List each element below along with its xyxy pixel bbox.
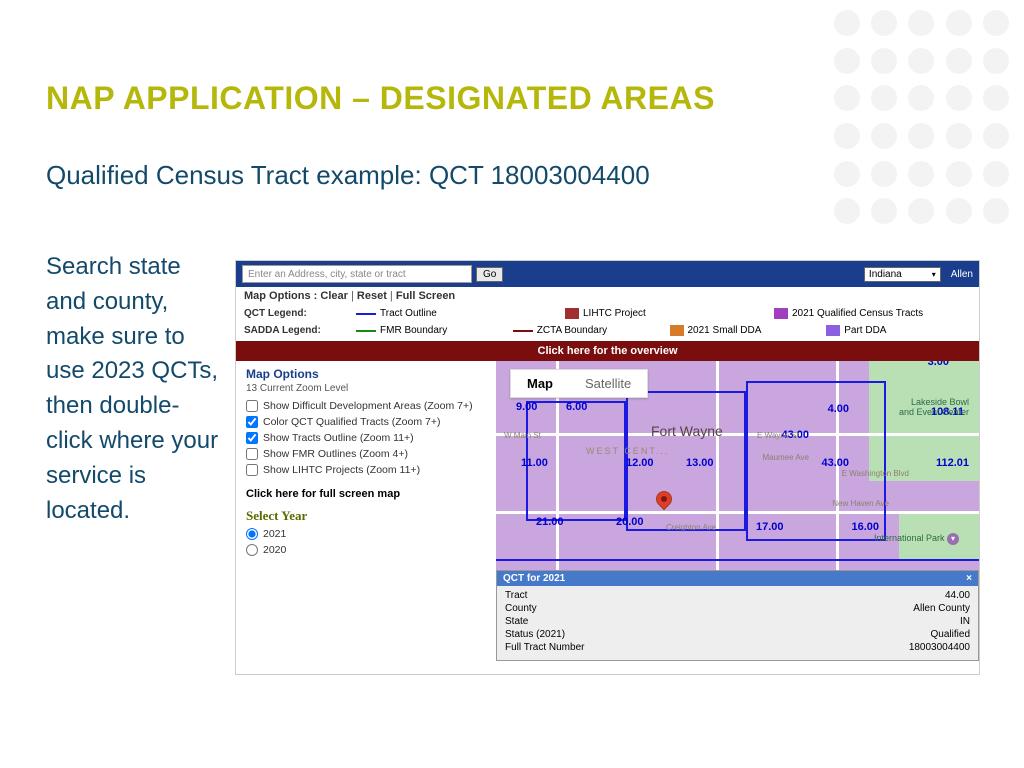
select-year-heading: Select Year: [246, 508, 486, 524]
street-label: W Main St: [504, 431, 541, 440]
info-window: QCT for 2021 × Tract44.00CountyAllen Cou…: [496, 570, 979, 661]
close-icon[interactable]: ×: [966, 573, 972, 584]
sadda-legend-row: SADDA Legend: FMR Boundary ZCTA Boundary…: [236, 322, 979, 339]
search-bar: Enter an Address, city, state or tract G…: [236, 261, 979, 287]
slide-subtitle: Qualified Census Tract example: QCT 1800…: [46, 160, 650, 191]
map-options-links[interactable]: Map Options : Clear | Reset | Full Scree…: [236, 287, 979, 305]
info-body: Tract44.00CountyAllen CountyStateINStatu…: [497, 586, 978, 660]
info-title: QCT for 2021: [503, 573, 565, 584]
chevron-down-icon: ▾: [932, 270, 936, 279]
tract-number: 21.00: [536, 516, 564, 528]
poi-park: International Park ▾: [874, 533, 959, 545]
tract-number: 12.00: [626, 457, 654, 469]
legend-lihtc: LIHTC Project: [565, 308, 762, 319]
search-placeholder: Enter an Address, city, state or tract: [248, 269, 406, 280]
legend-fmr: FMR Boundary: [356, 325, 501, 336]
tract-number: 16.00: [851, 521, 879, 533]
instructions-text: Search state and county, make sure to us…: [46, 250, 226, 528]
map-canvas[interactable]: Map Satellite 3.00 4.00 9.00 6.00 43.00 …: [496, 361, 979, 661]
legend-part-dda: Part DDA: [826, 325, 971, 336]
fullscreen-link[interactable]: Click here for full screen map: [246, 488, 486, 500]
radio-2021[interactable]: 2021: [246, 528, 486, 540]
sidebar-heading: Map Options: [246, 367, 486, 381]
go-button[interactable]: Go: [476, 267, 503, 282]
tract-number: 43.00: [821, 457, 849, 469]
tract-number: 20.00: [616, 516, 644, 528]
overview-link[interactable]: Click here for the overview: [236, 341, 979, 361]
check-tract-outline[interactable]: Show Tracts Outline (Zoom 11+): [246, 432, 486, 444]
decorative-dots: [834, 10, 1014, 230]
tract-number: 3.00: [928, 361, 949, 368]
street-label: E Washington Blvd: [842, 469, 909, 478]
legend-zcta: ZCTA Boundary: [513, 325, 658, 336]
zoom-level: 13 Current Zoom Level: [246, 383, 486, 394]
street-label: New Haven Ave: [832, 499, 889, 508]
map-screenshot: Enter an Address, city, state or tract G…: [235, 260, 980, 675]
tract-number: 17.00: [756, 521, 784, 533]
poi-lakeside: Lakeside Bowl and Event Center: [899, 397, 969, 417]
street-label: E Wayne St: [757, 431, 799, 440]
street-label: Creighton Ave: [666, 523, 716, 532]
city-label: Fort Wayne: [651, 423, 723, 439]
tract-number: 112.01: [936, 457, 969, 469]
legend-small-dda: 2021 Small DDA: [670, 325, 815, 336]
search-input[interactable]: Enter an Address, city, state or tract: [242, 265, 472, 283]
slide-title: NAP APPLICATION – DESIGNATED AREAS: [46, 80, 715, 117]
check-color-qct[interactable]: Color QCT Qualified Tracts (Zoom 7+): [246, 416, 486, 428]
legend-2021-qct: 2021 Qualified Census Tracts: [774, 308, 971, 319]
district-label: WEST CENT...: [586, 446, 669, 456]
tract-number: 6.00: [566, 401, 587, 413]
tract-number: 11.00: [521, 457, 548, 469]
radio-2020[interactable]: 2020: [246, 544, 486, 556]
check-dda[interactable]: Show Difficult Development Areas (Zoom 7…: [246, 400, 486, 412]
state-select[interactable]: Indiana ▾: [864, 267, 941, 282]
tract-number: 13.00: [686, 457, 714, 469]
tract-number: 4.00: [828, 403, 849, 415]
map-type-map[interactable]: Map: [511, 370, 569, 397]
sadda-legend-label: SADDA Legend:: [244, 325, 344, 336]
check-fmr[interactable]: Show FMR Outlines (Zoom 4+): [246, 448, 486, 460]
tract-number: 9.00: [516, 401, 537, 413]
state-value: Indiana: [869, 269, 902, 280]
street-label: Maumee Ave: [762, 453, 809, 462]
county-label: Allen: [951, 269, 973, 280]
qct-legend-row: QCT Legend: Tract Outline LIHTC Project …: [236, 305, 979, 322]
map-type-toggle[interactable]: Map Satellite: [510, 369, 648, 398]
map-type-satellite[interactable]: Satellite: [569, 370, 647, 397]
legend-tract-outline: Tract Outline: [356, 308, 553, 319]
map-sidebar: Map Options 13 Current Zoom Level Show D…: [236, 361, 496, 661]
qct-legend-label: QCT Legend:: [244, 308, 344, 319]
check-lihtc[interactable]: Show LIHTC Projects (Zoom 11+): [246, 464, 486, 476]
